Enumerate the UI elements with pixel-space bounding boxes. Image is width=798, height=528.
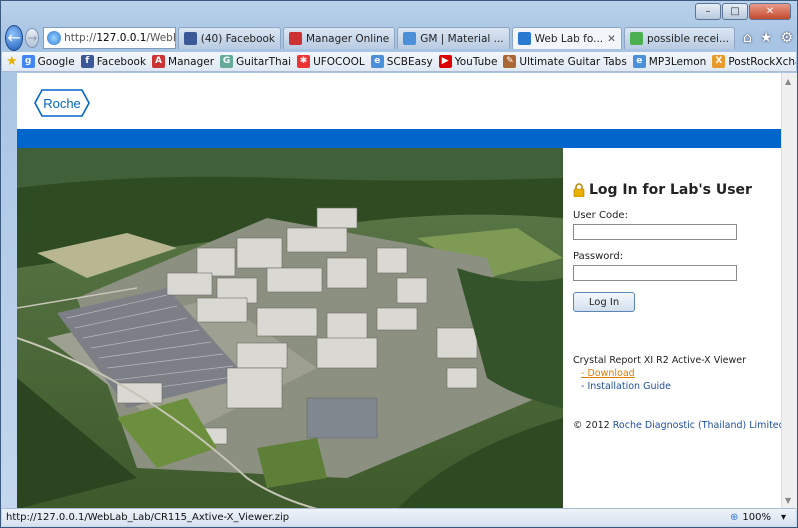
favorite-link[interactable]: ✱ UFOCOOL (297, 55, 365, 68)
favorite-icon: f (80, 55, 94, 68)
browser-tab[interactable]: Manager Online (283, 27, 396, 49)
favorite-label: Manager (168, 55, 215, 68)
roche-logo: Roche (34, 89, 90, 117)
vertical-scrollbar[interactable]: ▲ ▼ (781, 73, 797, 509)
tab-favicon-icon (183, 32, 197, 45)
favorite-label: MP3Lemon (648, 55, 707, 68)
zoom-dropdown-icon[interactable]: ▾ (781, 512, 786, 523)
favorite-link[interactable]: e MP3Lemon (632, 55, 707, 68)
header-blue-bar (17, 129, 781, 148)
zoom-control[interactable]: ⊕ 100% ▾ (726, 512, 786, 523)
favorite-link[interactable]: A Manager (152, 55, 214, 68)
tab-close-icon[interactable]: ✕ (607, 33, 616, 45)
copyright: © 2012 Roche Diagnostic (Thailand) Limit… (573, 420, 781, 431)
settings-gear-icon[interactable]: ⚙ (780, 30, 793, 46)
user-code-label: User Code: (573, 210, 628, 221)
tab-label: Manager Online (306, 32, 390, 45)
tab-favicon-icon (517, 32, 531, 45)
status-url: http://127.0.0.1/WebLab_Lab/CR115_Axtive… (6, 512, 290, 523)
favorite-icon: e (632, 55, 646, 68)
ie-page-icon (47, 31, 62, 45)
browser-toolbar-icons: ⌂ ★ ⚙ (735, 30, 793, 46)
favorite-link[interactable]: f Facebook (80, 55, 147, 68)
tab-label: possible recei... (646, 32, 729, 45)
lock-icon (573, 183, 585, 197)
tab-favicon-icon (403, 32, 417, 45)
scroll-up-icon[interactable]: ▲ (785, 77, 791, 86)
favorite-label: GuitarThai (236, 55, 292, 68)
log-in-button[interactable]: Log In (573, 292, 635, 312)
zoom-icon: ⊕ (729, 512, 739, 523)
favorites-star-add-icon[interactable]: ★ (6, 54, 18, 69)
installation-guide-link[interactable]: - Installation Guide (581, 381, 671, 392)
favorite-icon: ✱ (297, 55, 311, 68)
web-page: Roche Log In for Lab's User User Code: P… (17, 73, 781, 509)
address-path: /WebLab_I (146, 32, 174, 44)
back-button[interactable]: ← (5, 25, 24, 51)
navigation-row: ← → http://127.0.0.1/WebLab_I ⌕ ▾ ⊡ ↻ ✕ … (5, 25, 793, 51)
browser-tab[interactable]: Web Lab fo... ✕ (511, 27, 622, 49)
tab-favicon-icon (289, 32, 302, 45)
forward-button[interactable]: → (25, 28, 40, 48)
favorite-label: YouTube (454, 55, 498, 68)
close-window-button[interactable]: ✕ (749, 3, 791, 20)
password-input[interactable] (573, 265, 737, 281)
crystal-report-text: Crystal Report XI R2 Active-X Viewer (573, 355, 746, 366)
favorite-label: Ultimate Guitar Tabs (519, 55, 627, 68)
copyright-year: © 2012 (573, 420, 610, 431)
address-bar[interactable]: http://127.0.0.1/WebLab_I ⌕ ▾ ⊡ ↻ ✕ (43, 27, 176, 49)
favorites-bar: ★ g Google f Facebook A Manager G GuitarThai ✱ UF… (2, 52, 796, 72)
favorite-link[interactable]: ▶ YouTube (438, 55, 498, 68)
favorite-icon: G (220, 55, 234, 68)
password-label: Password: (573, 251, 624, 262)
login-panel: Log In for Lab's User User Code: Passwor… (563, 148, 781, 509)
address-host: 127.0.0.1 (96, 32, 147, 44)
favorite-label: SCBEasy (386, 55, 433, 68)
tab-label: GM | Material ... (420, 32, 504, 45)
favorite-label: Facebook (96, 55, 147, 68)
browser-tab[interactable]: (40) Facebook (177, 27, 281, 49)
home-icon[interactable]: ⌂ (743, 30, 752, 46)
tab-favicon-icon (629, 32, 643, 45)
favorite-link[interactable]: g Google (21, 55, 75, 68)
favorite-label: PostRockXchange (728, 55, 796, 68)
address-prefix: http:// (64, 32, 97, 44)
company-link[interactable]: Roche Diagnostic (Thailand) Limited (613, 420, 781, 431)
favorite-link[interactable]: ✎ Ultimate Guitar Tabs (503, 55, 627, 68)
window-controls: – □ ✕ (694, 3, 791, 20)
minimize-button[interactable]: – (695, 3, 721, 20)
favorite-icon: ▶ (438, 55, 452, 68)
login-title-text: Log In for Lab's User (589, 182, 752, 198)
favorite-link[interactable]: e SCBEasy (370, 55, 433, 68)
browser-window: – □ ✕ ← → http://127.0.0.1/WebLab_I ⌕ ▾ … (0, 0, 798, 528)
campus-aerial-photo (17, 148, 563, 509)
scroll-down-icon[interactable]: ▼ (785, 496, 791, 505)
tab-label: (40) Facebook (200, 32, 275, 45)
favorite-label: Google (37, 55, 75, 68)
tab-label: Web Lab fo... (534, 32, 604, 45)
favorite-icon: X (712, 55, 726, 68)
favorite-label: UFOCOOL (313, 55, 365, 68)
login-title: Log In for Lab's User (573, 182, 752, 198)
favorites-star-icon[interactable]: ★ (760, 30, 773, 46)
user-code-input[interactable] (573, 224, 737, 240)
favorite-icon: g (21, 55, 35, 68)
zoom-level: 100% (742, 512, 771, 523)
download-link[interactable]: - Download (581, 368, 635, 379)
favorite-link[interactable]: XPostRockXchange (712, 55, 796, 68)
favorite-icon: ✎ (503, 55, 517, 68)
maximize-button[interactable]: □ (722, 3, 748, 20)
favorite-link[interactable]: G GuitarThai (220, 55, 291, 68)
favorite-icon: A (152, 55, 166, 68)
svg-text:Roche: Roche (43, 96, 81, 111)
status-bar: http://127.0.0.1/WebLab_Lab/CR115_Axtive… (2, 508, 796, 526)
browser-tab[interactable]: possible recei... (623, 27, 735, 49)
browser-tab[interactable]: GM | Material ... (397, 27, 510, 49)
favorite-icon: e (370, 55, 384, 68)
